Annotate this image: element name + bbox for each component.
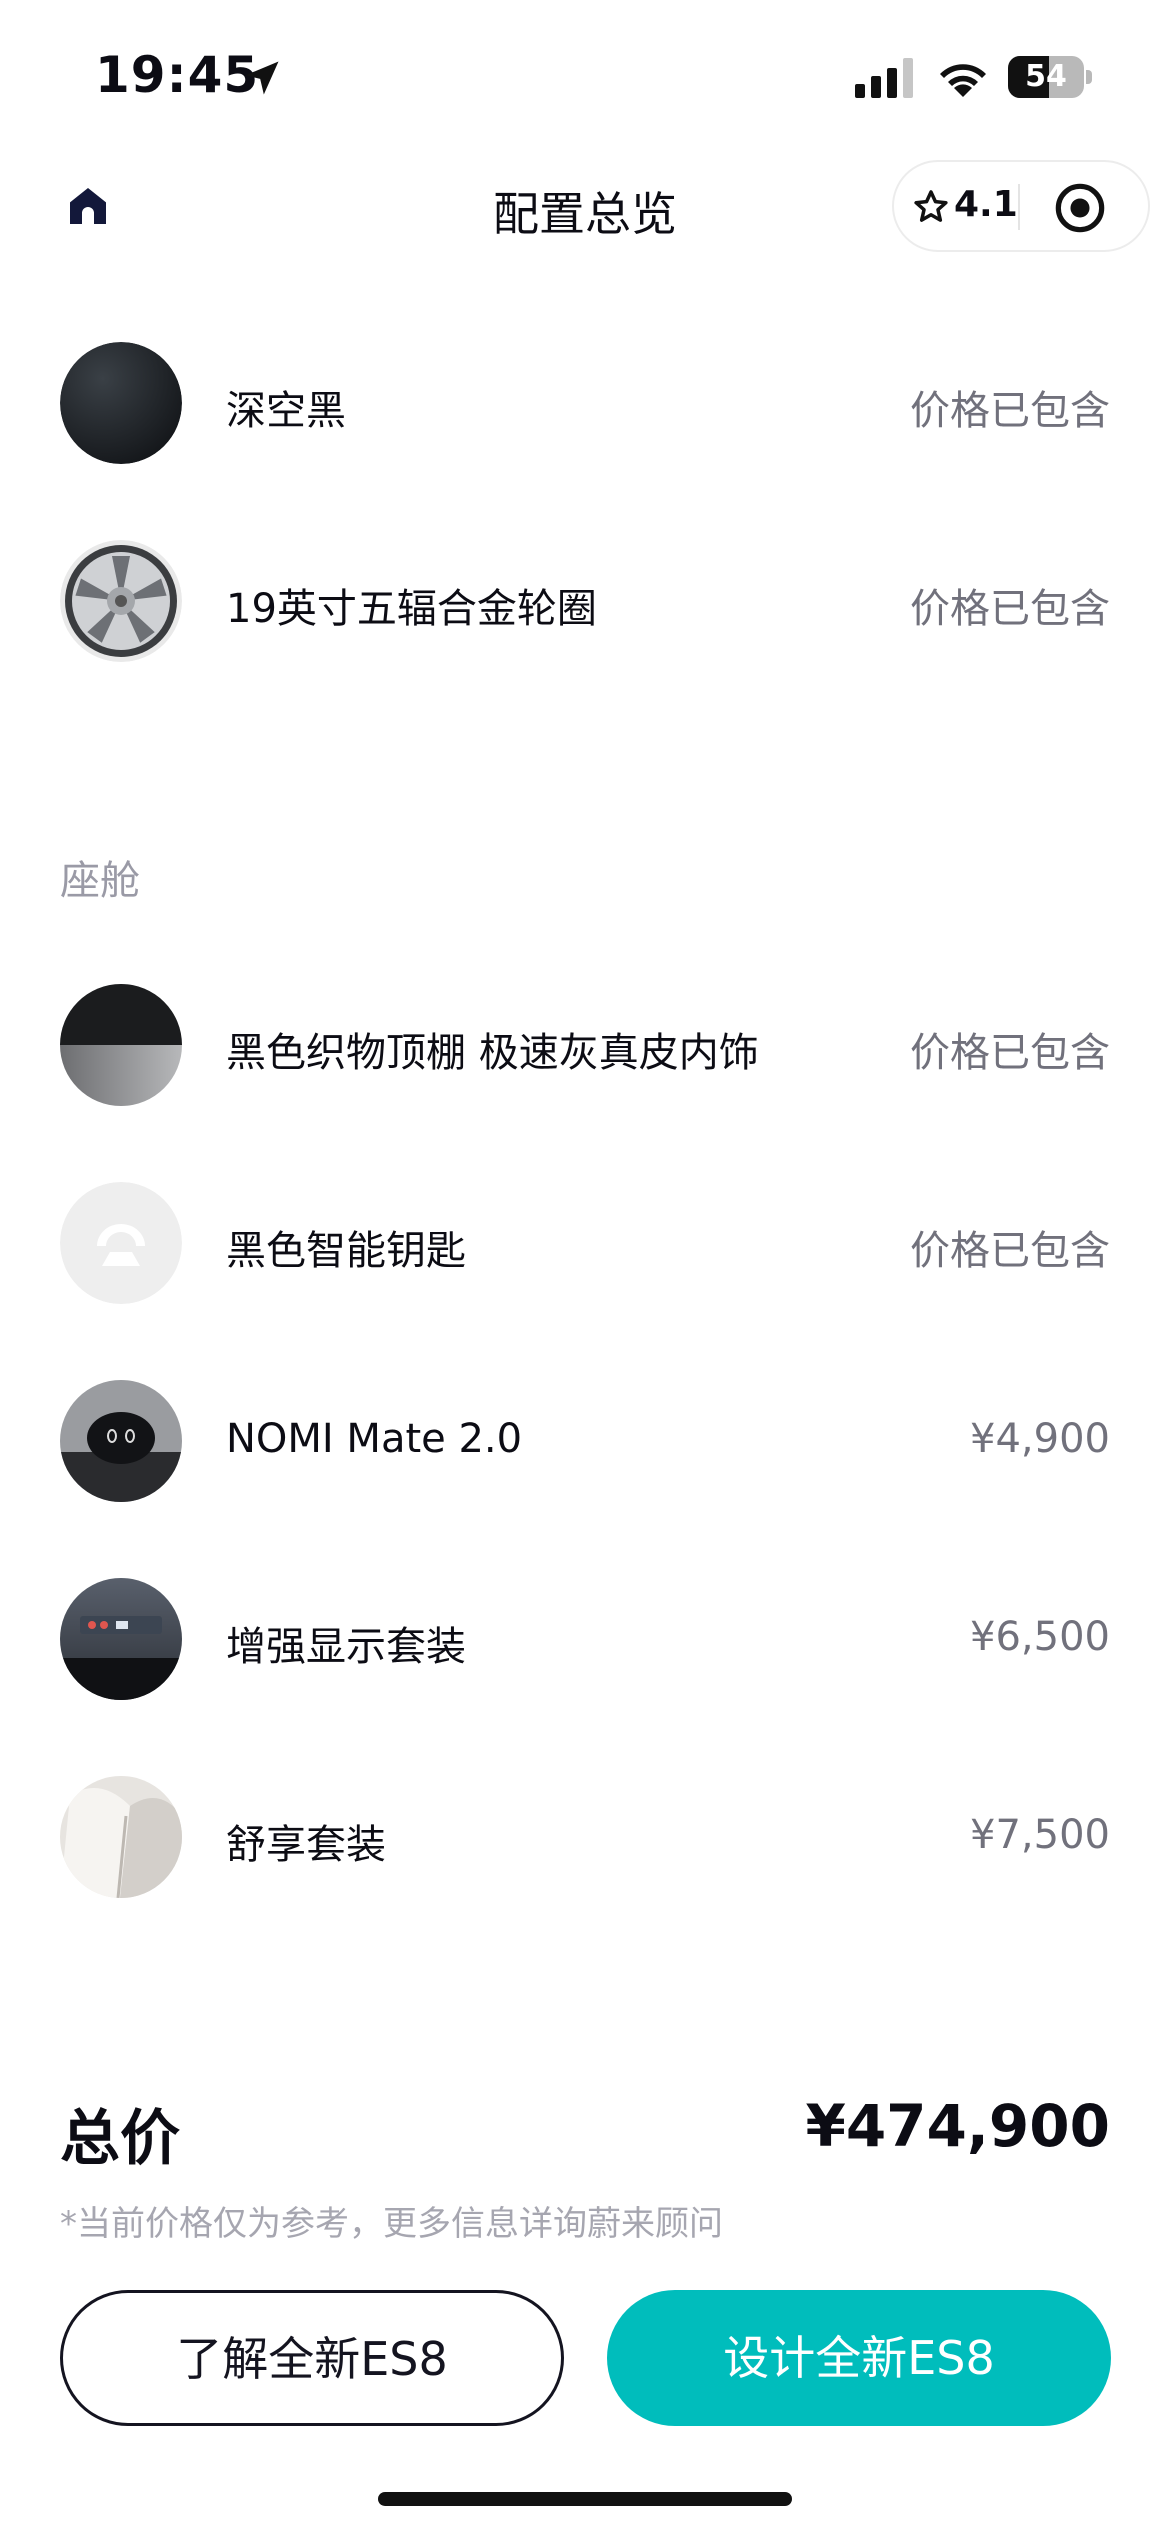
item-name: 舒享套装 xyxy=(226,1822,386,1868)
item-name: 深空黑 xyxy=(226,388,346,434)
item-name: NOMI Mate 2.0 xyxy=(226,1416,523,1462)
paint-swatch-thumb xyxy=(60,342,182,464)
item-price: 价格已包含 xyxy=(910,388,1110,434)
status-bar: 19:45 54 xyxy=(0,0,1170,150)
rating-value: 4.1 xyxy=(954,184,1018,225)
total-label: 总价 xyxy=(60,2104,180,2174)
wifi-icon xyxy=(940,64,986,97)
cellular-signal-icon xyxy=(855,58,913,98)
seat-comfort-thumb xyxy=(60,1776,182,1898)
config-item[interactable]: NOMI Mate 2.0 ¥4,900 xyxy=(60,1380,1110,1504)
interior-swatch-thumb xyxy=(60,984,182,1106)
item-price: ¥7,500 xyxy=(970,1812,1110,1858)
config-item[interactable]: 增强显示套装 ¥6,500 xyxy=(60,1578,1110,1702)
nomi-device-thumb xyxy=(60,1380,182,1502)
mini-program-capsule: 4.1 xyxy=(892,160,1150,252)
item-name: 19英寸五辐合金轮圈 xyxy=(226,586,597,632)
alloy-wheel-thumb xyxy=(60,540,182,662)
section-title-cabin: 座舱 xyxy=(60,858,140,904)
location-arrow-icon xyxy=(245,61,279,95)
item-price: ¥4,900 xyxy=(970,1416,1110,1462)
star-icon[interactable] xyxy=(912,188,950,226)
nio-logo-key-thumb xyxy=(60,1182,182,1304)
design-es8-button[interactable]: 设计全新ES8 xyxy=(607,2290,1111,2426)
battery-icon: 54 xyxy=(1008,56,1092,98)
config-item[interactable]: 舒享套装 ¥7,500 xyxy=(60,1776,1110,1900)
home-indicator xyxy=(378,2492,792,2506)
item-name: 黑色智能钥匙 xyxy=(226,1228,466,1274)
total-value: ¥474,900 xyxy=(805,2092,1110,2160)
config-item[interactable]: 黑色织物顶棚 极速灰真皮内饰 价格已包含 xyxy=(60,984,1110,1108)
config-item[interactable]: 黑色智能钥匙 价格已包含 xyxy=(60,1182,1110,1306)
price-note: *当前价格仅为参考，更多信息详询蔚来顾问 xyxy=(60,2204,723,2244)
learn-es8-button[interactable]: 了解全新ES8 xyxy=(60,2290,564,2426)
item-price: 价格已包含 xyxy=(910,1030,1110,1076)
item-price: 价格已包含 xyxy=(910,1228,1110,1274)
item-price: ¥6,500 xyxy=(970,1614,1110,1660)
hud-display-thumb xyxy=(60,1578,182,1700)
config-item[interactable]: 19英寸五辐合金轮圈 价格已包含 xyxy=(60,540,1110,664)
item-price: 价格已包含 xyxy=(910,586,1110,632)
capsule-divider xyxy=(1018,184,1020,230)
item-name: 黑色织物顶棚 极速灰真皮内饰 xyxy=(226,1030,759,1076)
close-target-icon[interactable] xyxy=(1054,182,1106,234)
status-time: 19:45 xyxy=(95,46,260,104)
config-item[interactable]: 深空黑 价格已包含 xyxy=(60,342,1110,466)
item-name: 增强显示套装 xyxy=(226,1624,466,1670)
battery-level: 54 xyxy=(1025,59,1067,94)
